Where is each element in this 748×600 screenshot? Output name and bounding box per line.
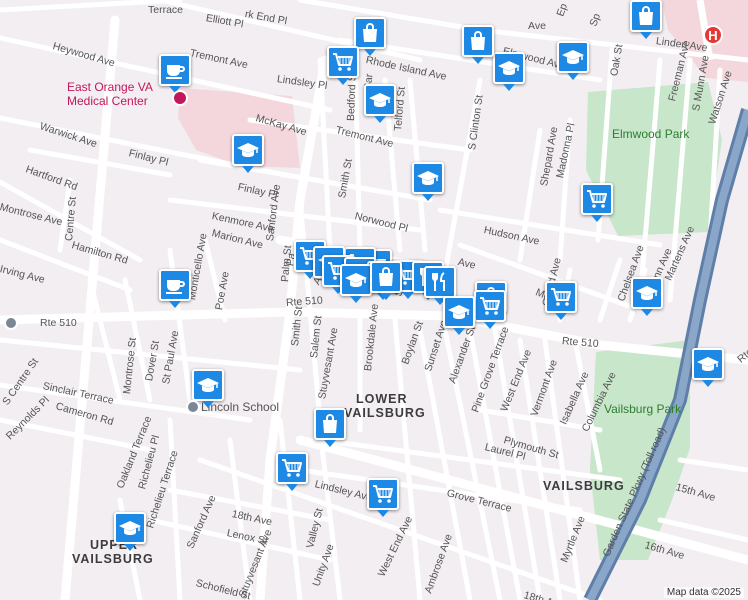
graduation-cap-icon [417,171,439,185]
poi-marker-cart[interactable] [545,281,577,320]
coffee-cup-icon [166,280,185,294]
poi-marker-school[interactable] [493,52,525,91]
poi-marker-school[interactable] [631,277,663,316]
poi-marker-bag[interactable] [630,0,662,39]
graduation-cap-icon [448,305,470,319]
shopping-cart-icon [587,190,607,208]
graduation-cap-icon [197,378,219,392]
shopping-cart-icon [480,297,500,315]
poi-marker-school[interactable] [340,264,372,303]
poi-marker-cart[interactable] [367,478,399,517]
poi-marker-school[interactable] [232,134,264,173]
graduation-cap-icon [562,50,584,64]
poi-marker-cart[interactable] [327,46,359,85]
poi-marker-bag[interactable] [354,17,386,56]
school-location-icon[interactable] [186,400,200,414]
shopping-bag-icon [639,6,653,25]
poi-marker-school[interactable] [692,348,724,387]
poi-marker-cart[interactable] [276,452,308,491]
map-credit: Map data ©2025 [663,587,744,598]
poi-marker-school[interactable] [114,512,146,551]
hospital-icon[interactable]: H [703,25,723,45]
poi-marker-school[interactable] [557,41,589,80]
area-label-lower-vailsburg-1: LOWER [356,392,408,406]
shopping-cart-icon [373,485,393,503]
shopping-cart-icon [551,288,571,306]
poi-marker-cart[interactable] [581,183,613,222]
graduation-cap-icon [369,93,391,107]
poi-marker-school[interactable] [192,369,224,408]
va-medical-icon[interactable] [172,90,188,106]
school-location-icon[interactable] [4,316,18,330]
poi-marker-cart[interactable] [474,290,506,329]
graduation-cap-icon [345,273,367,287]
poi-marker-bag[interactable] [314,408,346,447]
poi-marker-school[interactable] [443,296,475,335]
poi-marker-school[interactable] [364,84,396,123]
poi-marker-bag[interactable] [370,261,402,300]
shopping-cart-icon [282,459,302,477]
graduation-cap-icon [498,61,520,75]
graduation-cap-icon [697,357,719,371]
poi-marker-cafe[interactable] [159,54,191,93]
shopping-bag-icon [471,31,485,50]
shopping-bag-icon [323,414,337,433]
graduation-cap-icon [636,286,658,300]
fork-knife-icon [432,272,445,291]
area-label-upper-vailsburg-2: VAILSBURG [72,552,154,566]
area-label-vailsburg: VAILSBURG [543,479,625,493]
poi-marker-school[interactable] [412,162,444,201]
street-label: Terrace [148,4,184,16]
poi-label-east-orange-va-2[interactable]: Medical Center [67,94,148,108]
shopping-bag-icon [363,23,377,42]
poi-label-east-orange-va-1[interactable]: East Orange VA [67,80,153,94]
shopping-bag-icon [379,267,393,286]
street-label: Rte 510 [40,317,77,329]
poi-marker-cafe[interactable] [159,269,191,308]
poi-marker-restaurant[interactable] [424,266,456,305]
coffee-cup-icon [166,65,185,79]
poi-marker-bag[interactable] [462,25,494,64]
area-label-lower-vailsburg-2: VAILSBURG [344,406,426,420]
poi-label-vailsburg-park[interactable]: Vailsburg Park [604,402,681,416]
graduation-cap-icon [237,143,259,157]
street-label: Ave [528,20,546,32]
shopping-cart-icon [333,53,353,71]
poi-label-elmwood-park[interactable]: Elmwood Park [612,127,689,141]
map-canvas[interactable]: LOWER VAILSBURG VAILSBURG UPPER VAILSBURG Eas… [0,0,748,600]
graduation-cap-icon [119,521,141,535]
